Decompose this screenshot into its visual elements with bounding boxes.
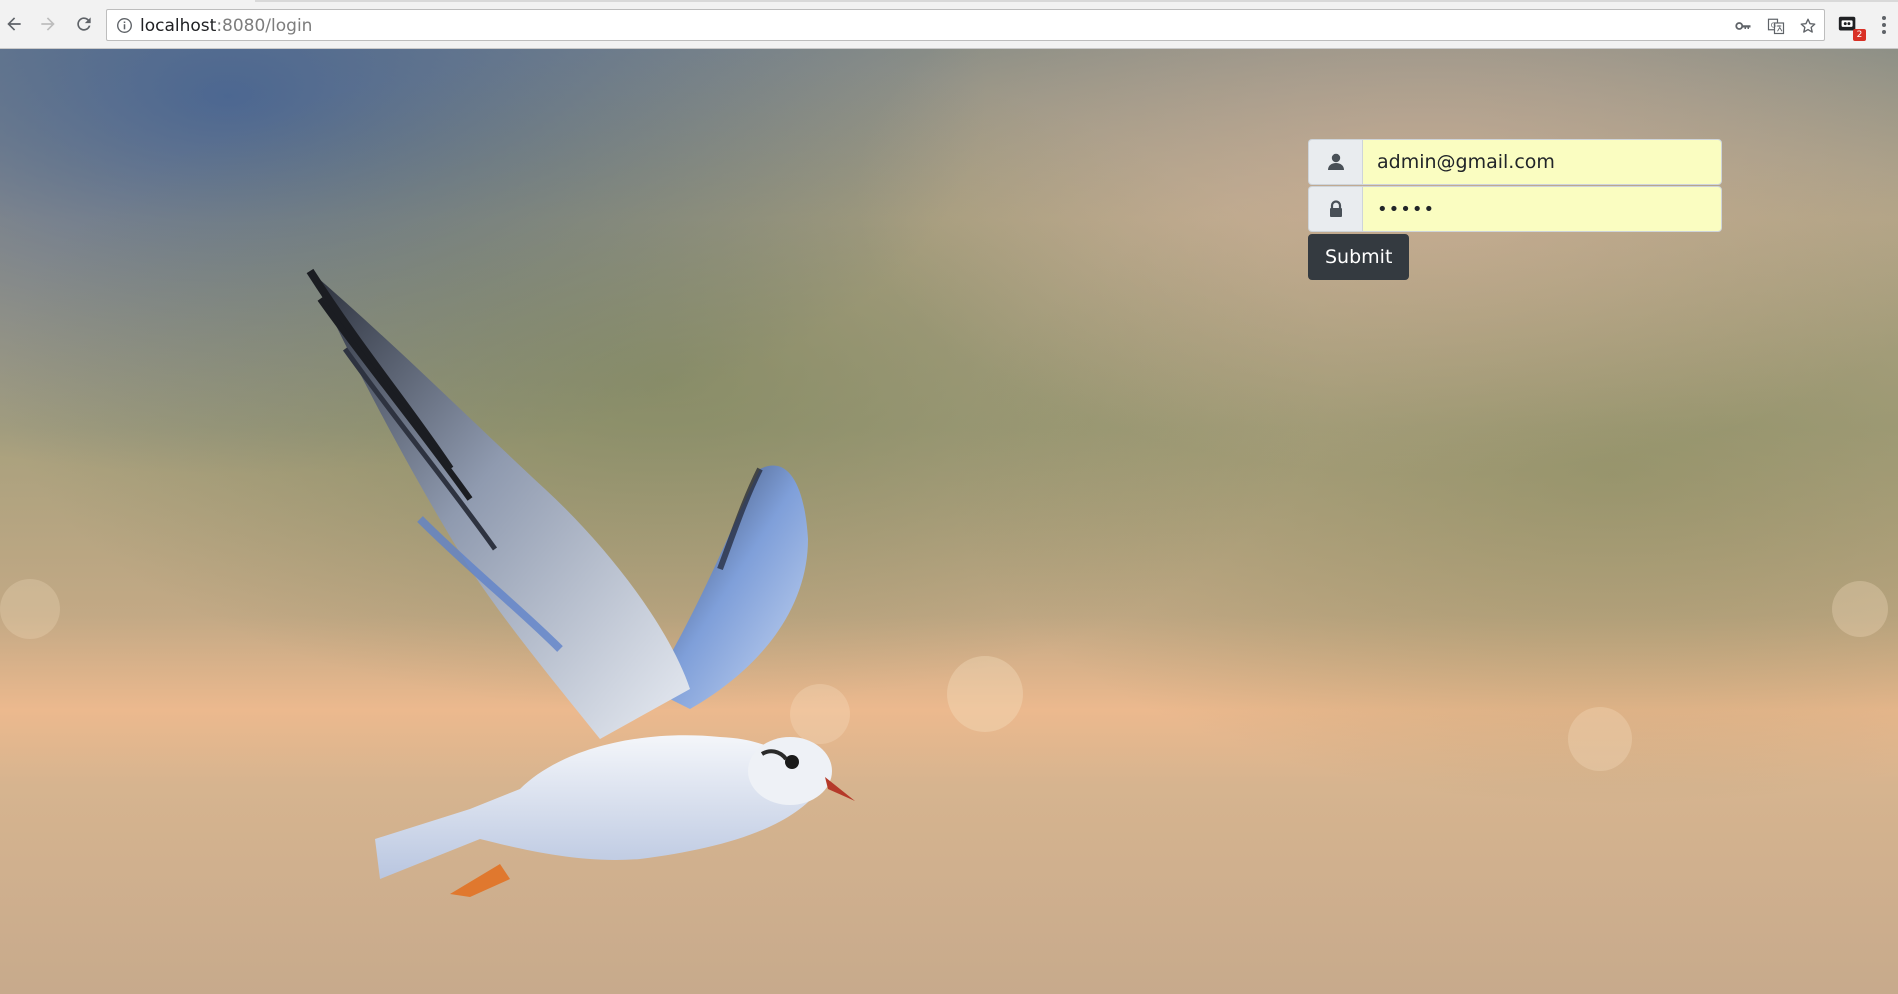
back-arrow-icon[interactable] — [2, 12, 26, 36]
url-text[interactable]: localhost:8080/login — [140, 16, 312, 36]
user-icon — [1308, 139, 1362, 185]
email-field[interactable] — [1362, 139, 1722, 185]
menu-dots-icon[interactable] — [1878, 14, 1890, 36]
reload-icon[interactable] — [72, 12, 96, 36]
submit-button[interactable]: Submit — [1308, 234, 1410, 280]
password-field[interactable] — [1362, 186, 1722, 232]
browser-toolbar: localhost:8080/login G 2 — [0, 0, 1898, 49]
star-icon[interactable] — [1798, 16, 1818, 36]
url-path: :8080/login — [216, 16, 313, 36]
svg-text:G: G — [1771, 22, 1776, 30]
url-host: localhost — [140, 16, 217, 36]
login-form: Submit — [1308, 139, 1722, 280]
address-bar[interactable]: localhost:8080/login G — [106, 9, 1825, 41]
extension-badge: 2 — [1853, 29, 1866, 41]
forward-arrow-icon[interactable] — [36, 12, 60, 36]
translate-icon[interactable]: G — [1766, 16, 1786, 36]
lock-icon — [1308, 186, 1362, 232]
password-input-group — [1308, 186, 1722, 232]
page-content: Submit — [0, 49, 1898, 994]
info-icon[interactable] — [116, 17, 133, 34]
email-input-group — [1308, 139, 1722, 185]
key-icon[interactable] — [1733, 16, 1753, 36]
